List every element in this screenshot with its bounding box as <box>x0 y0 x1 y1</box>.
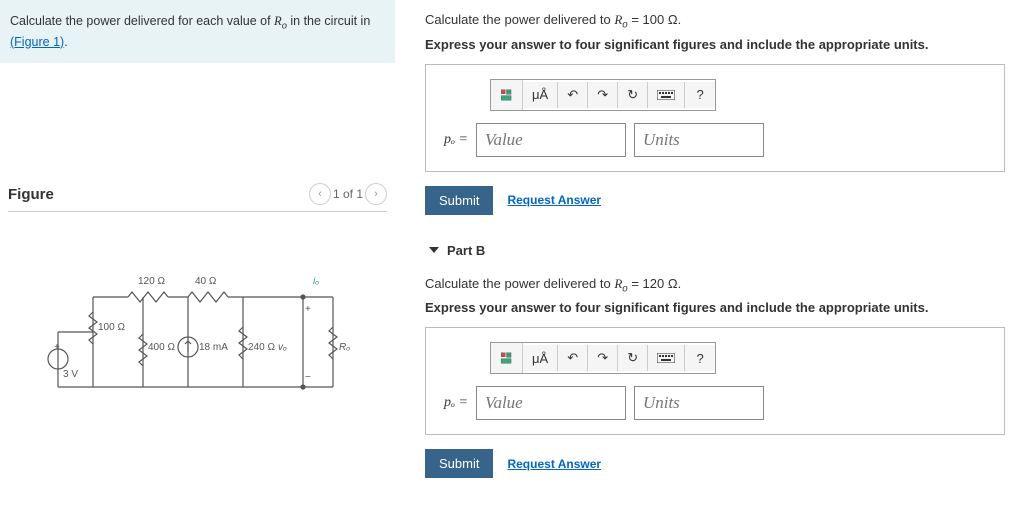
circuit-diagram: 120 Ω 40 Ω 100 Ω 400 Ω 18 mA 240 Ω 3 V i… <box>8 272 387 402</box>
svg-text:120 Ω: 120 Ω <box>138 276 165 287</box>
part-b-answer-box: μÅ ↶ ↷ ↻ ? pₒ = <box>425 327 1005 435</box>
part-b-instruction: Express your answer to four significant … <box>425 300 1005 315</box>
problem-intro: Calculate the power delivered for each v… <box>0 0 395 63</box>
svg-text:−: − <box>305 372 311 383</box>
svg-text:40 Ω: 40 Ω <box>195 276 217 287</box>
part-a-answer-box: μÅ ↶ ↷ ↻ ? pₒ = <box>425 64 1005 172</box>
format-toolbar-a: μÅ ↶ ↷ ↻ ? <box>490 79 716 111</box>
fraction-tool-icon[interactable] <box>491 80 523 110</box>
svg-text:240 Ω: 240 Ω <box>248 342 275 353</box>
undo-icon[interactable]: ↶ <box>558 82 588 108</box>
svg-text:100 Ω: 100 Ω <box>98 322 125 333</box>
units-input-a[interactable] <box>634 123 764 157</box>
redo-icon[interactable]: ↷ <box>588 345 618 371</box>
pager-text: 1 of 1 <box>333 187 363 201</box>
part-a: Calculate the power delivered to Ro = 10… <box>425 12 1005 215</box>
part-b-question: Calculate the power delivered to Ro = 12… <box>425 276 1005 295</box>
reset-icon[interactable]: ↻ <box>618 82 648 108</box>
request-answer-link-b[interactable]: Request Answer <box>507 457 601 471</box>
redo-icon[interactable]: ↷ <box>588 82 618 108</box>
special-char-tool[interactable]: μÅ <box>523 82 558 108</box>
svg-text:+: + <box>54 342 60 353</box>
next-figure-button[interactable]: › <box>365 183 387 205</box>
value-input-a[interactable] <box>476 123 626 157</box>
format-toolbar-b: μÅ ↶ ↷ ↻ ? <box>490 342 716 374</box>
help-icon[interactable]: ? <box>685 345 715 371</box>
figure-pager: ‹ 1 of 1 › <box>309 183 387 205</box>
request-answer-link-a[interactable]: Request Answer <box>507 193 601 207</box>
svg-text:vₒ: vₒ <box>278 342 287 353</box>
submit-button-a[interactable]: Submit <box>425 186 493 215</box>
keyboard-icon[interactable] <box>648 82 685 108</box>
figure-title: Figure <box>8 186 54 203</box>
keyboard-icon[interactable] <box>648 345 685 371</box>
prev-figure-button[interactable]: ‹ <box>309 183 331 205</box>
fraction-tool-icon[interactable] <box>491 343 523 373</box>
po-label-b: pₒ = <box>444 395 468 411</box>
svg-text:18 mA: 18 mA <box>199 342 228 353</box>
submit-button-b[interactable]: Submit <box>425 449 493 478</box>
part-a-instruction: Express your answer to four significant … <box>425 37 1005 52</box>
units-input-b[interactable] <box>634 386 764 420</box>
help-icon[interactable]: ? <box>685 82 715 108</box>
svg-text:3 V: 3 V <box>63 369 78 380</box>
value-input-b[interactable] <box>476 386 626 420</box>
part-b: Part B Calculate the power delivered to … <box>425 237 1005 479</box>
reset-icon[interactable]: ↻ <box>618 345 648 371</box>
svg-text:Rₒ: Rₒ <box>339 342 350 353</box>
figure-link[interactable]: (Figure 1) <box>10 35 64 49</box>
po-label-a: pₒ = <box>444 132 468 148</box>
part-b-header[interactable]: Part B <box>425 237 1005 264</box>
svg-text:iₒ: iₒ <box>313 276 319 287</box>
svg-text:400 Ω: 400 Ω <box>148 342 175 353</box>
svg-text:+: + <box>305 304 311 315</box>
undo-icon[interactable]: ↶ <box>558 345 588 371</box>
caret-down-icon <box>429 247 439 253</box>
intro-text: Calculate the power delivered for each v… <box>10 14 274 28</box>
part-a-question: Calculate the power delivered to Ro = 10… <box>425 12 1005 31</box>
var-R: R <box>274 14 282 28</box>
special-char-tool[interactable]: μÅ <box>523 345 558 371</box>
